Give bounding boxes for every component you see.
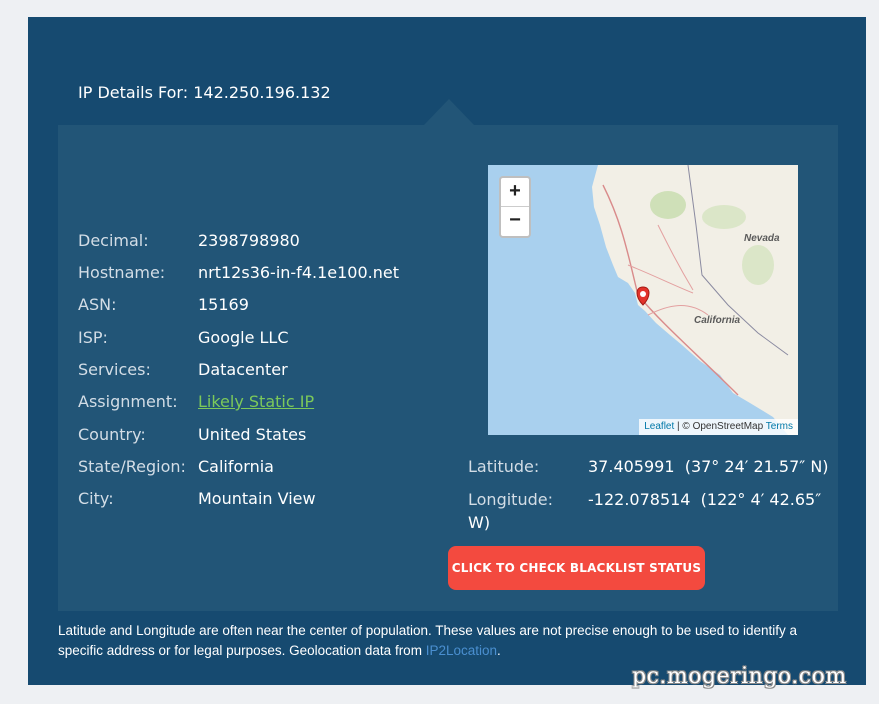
zoom-out-button[interactable]: − [501, 207, 529, 236]
details-panel: Decimal: 2398798980 Hostname: nrt12s36-i… [58, 125, 838, 611]
land-area [592, 165, 798, 435]
map-label-california: California [694, 315, 741, 326]
page-title: IP Details For: 142.250.196.132 [78, 83, 331, 102]
city-label: City: [78, 489, 114, 508]
terrain-patch [702, 205, 746, 229]
state-region-value: California [198, 457, 274, 476]
latitude-label: Latitude: [468, 457, 540, 476]
country-value: United States [198, 425, 307, 444]
terrain-patch [742, 245, 774, 285]
site-watermark: pc.mogeringo.com [632, 664, 847, 689]
asn-value: 15169 [198, 295, 249, 314]
zoom-control: + − [499, 176, 531, 238]
geolocation-disclaimer: Latitude and Longitude are often near th… [58, 621, 838, 661]
city-value: Mountain View [198, 489, 316, 508]
assignment-link[interactable]: Likely Static IP [198, 392, 314, 411]
leaflet-link[interactable]: Leaflet [644, 421, 674, 432]
country-label: Country: [78, 425, 146, 444]
isp-label: ISP: [78, 328, 108, 347]
longitude-value: -122.078514 (122° 4′ 42.65″ [588, 490, 822, 509]
disclaimer-end: . [497, 643, 501, 658]
state-region-label: State/Region: [78, 457, 186, 476]
ip2location-link[interactable]: IP2Location [426, 643, 497, 658]
isp-value: Google LLC [198, 328, 289, 347]
longitude-label: Longitude: [468, 490, 553, 509]
longitude-value-wrap: W) [468, 513, 491, 532]
location-map[interactable]: Nevada California + − Leaflet | © OpenSt… [488, 165, 798, 435]
hostname-value: nrt12s36-in-f4.1e100.net [198, 263, 399, 282]
map-tiles [592, 165, 798, 435]
panel-pointer [424, 99, 474, 125]
asn-label: ASN: [78, 295, 117, 314]
services-value: Datacenter [198, 360, 288, 379]
decimal-value: 2398798980 [198, 231, 300, 250]
map-label-nevada: Nevada [744, 233, 780, 244]
check-blacklist-button[interactable]: CLICK TO CHECK BLACKLIST STATUS [448, 546, 705, 590]
assignment-label: Assignment: [78, 392, 178, 411]
zoom-in-button[interactable]: + [501, 178, 529, 207]
terms-link[interactable]: Terms [766, 421, 793, 432]
ip-details-card: IP Details For: 142.250.196.132 Decimal:… [28, 17, 866, 685]
services-label: Services: [78, 360, 151, 379]
map-attribution: Leaflet | © OpenStreetMap Terms [639, 419, 798, 435]
latitude-value: 37.405991 (37° 24′ 21.57″ N) [588, 457, 829, 476]
attribution-text: | © OpenStreetMap [674, 421, 766, 432]
terrain-patch [650, 191, 686, 219]
decimal-label: Decimal: [78, 231, 149, 250]
hostname-label: Hostname: [78, 263, 166, 282]
